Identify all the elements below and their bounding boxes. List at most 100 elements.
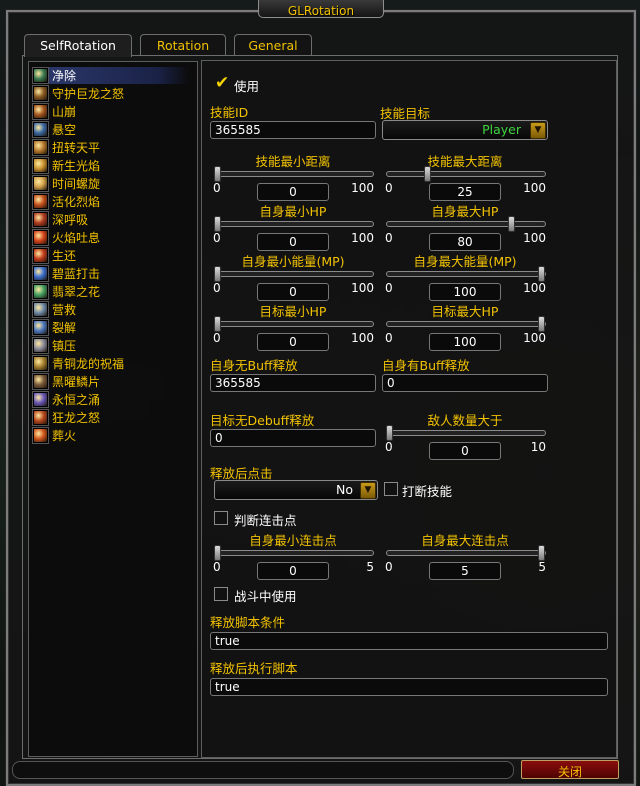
spell-label: 翡翠之花 xyxy=(52,285,101,299)
enemy-count-slider-track[interactable] xyxy=(386,430,546,436)
self-max-hp-slider-track[interactable] xyxy=(386,221,546,227)
spell-list-item[interactable]: 生还 xyxy=(33,247,189,264)
spell-label: 青铜龙的祝福 xyxy=(52,357,125,371)
spell-label: 狂龙之怒 xyxy=(52,411,101,425)
tab-label: General xyxy=(248,38,298,53)
spell-list-item[interactable]: 新生光焰 xyxy=(33,157,189,174)
combo-checkbox[interactable] xyxy=(214,511,228,525)
target-max-hp-min: 0 xyxy=(385,331,393,345)
max-distance-min: 0 xyxy=(385,181,393,195)
after-cast-click-dropdown[interactable]: No ▼ xyxy=(214,480,378,500)
min-distance-value-input[interactable]: 0 xyxy=(257,183,329,201)
close-button[interactable]: 关闭 xyxy=(521,760,619,779)
dropdown-arrow-icon[interactable]: ▼ xyxy=(530,122,546,139)
self-min-power-slider-track[interactable] xyxy=(214,271,374,277)
self-max-hp-value-input[interactable]: 80 xyxy=(429,233,501,251)
combat-checkbox[interactable] xyxy=(214,587,228,601)
max-distance-slider-thumb[interactable] xyxy=(424,166,431,182)
self-has-buff-input[interactable]: 0 xyxy=(382,374,548,392)
spell-list[interactable]: 净除守护巨龙之怒山崩悬空扭转天平新生光焰时间螺旋 活化烈焰 深呼吸火焰吐息生还 碧蓝打… xyxy=(28,61,198,757)
self-min-combo-slider-track[interactable] xyxy=(214,550,374,556)
use-checkbox[interactable]: ✔ xyxy=(214,75,229,92)
tab-general[interactable]: General xyxy=(234,34,312,55)
dropdown-arrow-icon[interactable]: ▼ xyxy=(360,482,376,499)
target-min-hp-value-input[interactable]: 0 xyxy=(257,333,329,351)
spell-label: 营救 xyxy=(52,303,77,317)
spell-icon xyxy=(33,428,48,443)
spell-list-item[interactable]: 碧蓝打击 xyxy=(33,265,189,282)
spell-list-item[interactable]: 活化烈焰 xyxy=(33,193,189,210)
max-distance-slider-track[interactable] xyxy=(386,171,546,177)
spell-list-item[interactable]: 时间螺旋 xyxy=(33,175,189,192)
spell-icon xyxy=(33,194,48,209)
spell-label: 净除 xyxy=(52,69,77,83)
self-no-buff-input[interactable]: 365585 xyxy=(210,374,376,392)
enemy-count-min: 0 xyxy=(385,440,393,454)
cast-condition-input[interactable]: true xyxy=(210,632,608,650)
spell-list-item[interactable]: 守护巨龙之怒 xyxy=(33,85,189,102)
self-min-hp-slider-thumb[interactable] xyxy=(214,216,221,232)
spell-label: 新生光焰 xyxy=(52,159,101,173)
self-min-hp-value-input[interactable]: 0 xyxy=(257,233,329,251)
spell-label: 火焰吐息 xyxy=(52,231,101,245)
enemy-count-value-input[interactable]: 0 xyxy=(429,442,501,460)
spell-list-item[interactable]: 镇压 xyxy=(33,337,189,354)
spell-list-item[interactable]: 葬火 xyxy=(33,427,189,444)
spell-list-item[interactable]: 青铜龙的祝福 xyxy=(33,355,189,372)
spell-list-item[interactable]: 扭转天平 xyxy=(33,139,189,156)
min-distance-slider-thumb[interactable] xyxy=(214,166,221,182)
self-max-combo-value-input[interactable]: 5 xyxy=(429,562,501,580)
self-min-combo-slider-thumb[interactable] xyxy=(214,545,221,561)
self-max-power-slider-track[interactable] xyxy=(386,271,546,277)
self-max-power-slider-thumb[interactable] xyxy=(538,266,545,282)
self-max-combo-slider-thumb[interactable] xyxy=(538,545,545,561)
self-min-power-slider-thumb[interactable] xyxy=(214,266,221,282)
spell-list-item[interactable]: 山崩 xyxy=(33,103,189,120)
spell-label: 守护巨龙之怒 xyxy=(52,87,125,101)
spell-icon xyxy=(33,266,48,281)
spell-list-item[interactable]: 火焰吐息 xyxy=(33,229,189,246)
enemy-count-slider-thumb[interactable] xyxy=(386,425,393,441)
target-min-hp-slider-track[interactable] xyxy=(214,321,374,327)
spell-list-item[interactable]: 翡翠之花 xyxy=(33,283,189,300)
min-distance-slider-track[interactable] xyxy=(214,171,374,177)
self-min-power-min: 0 xyxy=(213,281,221,295)
self-max-combo-slider-track[interactable] xyxy=(386,550,546,556)
spell-list-item[interactable]: 永恒之涌 xyxy=(33,391,189,408)
interrupt-checkbox[interactable] xyxy=(384,482,398,496)
skill-target-dropdown[interactable]: Player ▼ xyxy=(382,120,548,140)
skill-id-input[interactable]: 365585 xyxy=(210,121,376,139)
combo-checkbox-label: 判断连击点 xyxy=(234,513,297,528)
target-min-hp-slider-thumb[interactable] xyxy=(214,316,221,332)
spell-list-item[interactable]: 黑曜鳞片 xyxy=(33,373,189,390)
self-max-power-value-input[interactable]: 100 xyxy=(429,283,501,301)
tab-selfrotation[interactable]: SelfRotation xyxy=(24,34,132,57)
spell-icon xyxy=(33,374,48,389)
spell-list-item[interactable]: 净除 xyxy=(33,67,189,84)
spell-label: 悬空 xyxy=(52,123,77,137)
max-distance-max: 100 xyxy=(523,181,546,195)
self-min-power-value-input[interactable]: 0 xyxy=(257,283,329,301)
target-max-hp-max: 100 xyxy=(523,331,546,345)
self-max-hp-slider-thumb[interactable] xyxy=(507,216,515,232)
spell-list-item[interactable]: 深呼吸 xyxy=(33,211,189,228)
tab-rotation[interactable]: Rotation xyxy=(140,34,226,55)
cast-condition-label: 释放脚本条件 xyxy=(210,615,286,630)
target-max-hp-slider-thumb[interactable] xyxy=(538,316,545,332)
max-distance-value-input[interactable]: 25 xyxy=(429,183,501,201)
target-max-hp-value-input[interactable]: 100 xyxy=(429,333,501,351)
spell-icon xyxy=(33,122,48,137)
enemy-count-label: 敌人数量大于 xyxy=(427,413,503,428)
target-max-hp-slider-track[interactable] xyxy=(386,321,546,327)
spell-list-item[interactable]: 狂龙之怒 xyxy=(33,409,189,426)
spell-list-item[interactable]: 营救 xyxy=(33,301,189,318)
after-cast-click-value: No xyxy=(336,482,353,497)
self-min-hp-slider-track[interactable] xyxy=(214,221,374,227)
spell-list-item[interactable]: 悬空 xyxy=(33,121,189,138)
spell-list-item[interactable]: 裂解 xyxy=(33,319,189,336)
target-no-debuff-input[interactable]: 0 xyxy=(210,429,376,447)
after-script-input[interactable]: true xyxy=(210,678,608,696)
self-min-combo-value-input[interactable]: 0 xyxy=(257,562,329,580)
window-title-plate[interactable]: GLRotation xyxy=(258,0,384,18)
skill-target-value: Player xyxy=(482,122,521,137)
